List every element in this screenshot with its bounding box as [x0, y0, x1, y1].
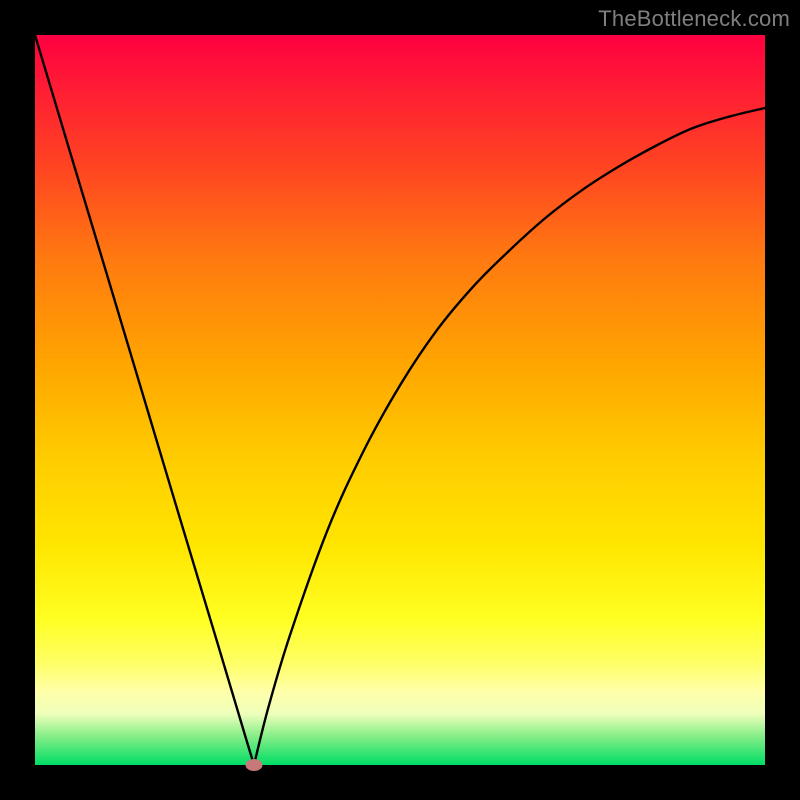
- minimum-marker: [246, 759, 263, 771]
- plot-area: [35, 35, 765, 765]
- watermark-text: TheBottleneck.com: [598, 6, 790, 32]
- chart-frame: TheBottleneck.com: [0, 0, 800, 800]
- bottleneck-curve: [35, 35, 765, 765]
- curve-path: [35, 35, 765, 765]
